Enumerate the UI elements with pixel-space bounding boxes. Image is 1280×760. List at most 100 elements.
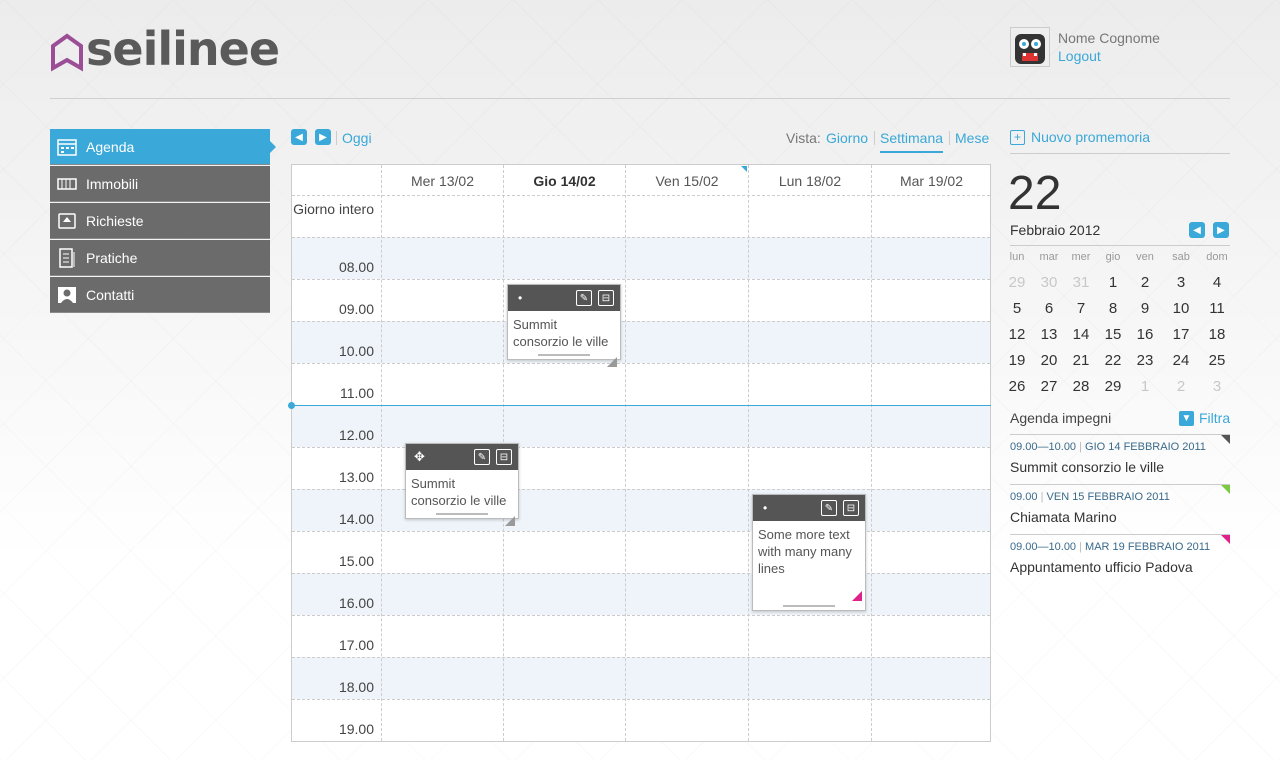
- delete-icon[interactable]: ⊟: [496, 449, 512, 465]
- calendar-day[interactable]: 8: [1098, 300, 1128, 317]
- edit-icon[interactable]: ✎: [821, 500, 837, 516]
- prev-month-button[interactable]: ◀: [1189, 222, 1205, 238]
- agenda-item[interactable]: 09.00 | VEN 15 FEBBRAIO 2011 Chiamata Ma…: [1010, 484, 1230, 525]
- day-header[interactable]: Ven 15/02: [626, 173, 748, 189]
- user-name: Nome Cognome: [1058, 30, 1160, 46]
- day-header[interactable]: Mar 19/02: [872, 173, 991, 189]
- agenda-item[interactable]: 09.00—10.00 | MAR 19 FEBBRAIO 2011 Appun…: [1010, 534, 1230, 575]
- new-reminder-button[interactable]: + Nuovo promemoria: [1010, 129, 1150, 145]
- calendar-day[interactable]: 3: [1166, 274, 1196, 291]
- time-label: 19.00: [338, 721, 374, 737]
- calendar-day[interactable]: 27: [1034, 378, 1064, 395]
- arrow-left-icon: ◀: [295, 131, 303, 143]
- hour-row-10[interactable]: [292, 321, 990, 363]
- next-month-button[interactable]: ▶: [1213, 222, 1229, 238]
- calendar-day[interactable]: 20: [1034, 352, 1064, 369]
- calendar-day[interactable]: 17: [1166, 326, 1196, 343]
- all-day-row[interactable]: [292, 195, 990, 237]
- event-body[interactable]: Summit consorzio le ville: [406, 470, 518, 526]
- calendar-day[interactable]: 23: [1130, 352, 1160, 369]
- hour-row-09[interactable]: [292, 279, 990, 321]
- event-toolbar[interactable]: • ✎ ⊟: [508, 285, 620, 311]
- move-cursor-icon[interactable]: ✥: [414, 449, 425, 465]
- view-settimana[interactable]: Settimana: [880, 130, 944, 153]
- day-header[interactable]: Mer 13/02: [382, 173, 503, 189]
- hour-row-12[interactable]: [292, 405, 990, 447]
- agenda-item[interactable]: 09.00—10.00 | GIO 14 FEBBRAIO 2011 Summi…: [1010, 434, 1230, 475]
- calendar-day[interactable]: 12: [1002, 326, 1032, 343]
- calendar-day[interactable]: 18: [1202, 326, 1232, 343]
- calendar-day[interactable]: 7: [1066, 300, 1096, 317]
- calendar-day[interactable]: 3: [1202, 378, 1232, 395]
- avatar[interactable]: [1010, 27, 1050, 67]
- sidebar-item-agenda[interactable]: Agenda: [50, 129, 276, 165]
- calendar-day[interactable]: 1: [1098, 274, 1128, 291]
- event-body[interactable]: Summit consorzio le ville: [508, 311, 620, 367]
- resize-handle-icon[interactable]: [505, 516, 515, 526]
- event-body[interactable]: Some more text with many many lines: [753, 521, 865, 601]
- calendar-day[interactable]: 4: [1202, 274, 1232, 291]
- hour-row-11[interactable]: [292, 363, 990, 405]
- calendar-day[interactable]: 11: [1202, 300, 1232, 317]
- day-header[interactable]: Lun 18/02: [749, 173, 871, 189]
- event-toolbar[interactable]: • ✎ ⊟: [753, 495, 865, 521]
- hour-row-18[interactable]: [292, 657, 990, 699]
- calendar-day[interactable]: 9: [1130, 300, 1160, 317]
- calendar-day[interactable]: 6: [1034, 300, 1064, 317]
- hour-row-08[interactable]: [292, 237, 990, 279]
- calendar-day[interactable]: 25: [1202, 352, 1232, 369]
- delete-icon[interactable]: ⊟: [843, 500, 859, 516]
- calendar-day[interactable]: 2: [1130, 274, 1160, 291]
- calendar-day[interactable]: 30: [1034, 274, 1064, 291]
- calendar-day[interactable]: 29: [1098, 378, 1128, 395]
- calendar-day[interactable]: 2: [1166, 378, 1196, 395]
- view-giorno[interactable]: Giorno: [826, 130, 868, 146]
- resize-handle-icon[interactable]: [607, 357, 617, 367]
- event-grip[interactable]: [538, 354, 590, 356]
- prev-week-button[interactable]: ◀: [291, 129, 307, 145]
- event-card[interactable]: • ✎ ⊟ Some more text with many many line…: [752, 494, 866, 611]
- event-card-dragging[interactable]: ✥ ✎ ⊟ Summit consorzio le ville: [405, 443, 519, 526]
- calendar-day[interactable]: 1: [1130, 378, 1160, 395]
- calendar-day[interactable]: 22: [1098, 352, 1128, 369]
- view-mese[interactable]: Mese: [955, 130, 989, 146]
- hour-row-13[interactable]: [292, 447, 990, 489]
- next-week-button[interactable]: ▶: [315, 129, 331, 145]
- edit-icon[interactable]: ✎: [474, 449, 490, 465]
- calendar-day[interactable]: 26: [1002, 378, 1032, 395]
- sidebar-item-richieste[interactable]: Richieste: [50, 203, 270, 239]
- calendar-day[interactable]: 13: [1034, 326, 1064, 343]
- calendar-day[interactable]: 15: [1098, 326, 1128, 343]
- calendar-day[interactable]: 21: [1066, 352, 1096, 369]
- calendar-day[interactable]: 24: [1166, 352, 1196, 369]
- today-link[interactable]: Oggi: [342, 130, 372, 146]
- delete-icon[interactable]: ⊟: [598, 290, 614, 306]
- hour-row-15[interactable]: [292, 531, 990, 573]
- calendar-day[interactable]: 29: [1002, 274, 1032, 291]
- filter-button[interactable]: ▼ Filtra: [1179, 410, 1230, 426]
- selected-day-number: 22: [1008, 167, 1062, 220]
- day-header-today[interactable]: Gio 14/02: [504, 173, 625, 189]
- event-toolbar[interactable]: ✥ ✎ ⊟: [406, 444, 518, 470]
- week-grid[interactable]: Mer 13/02 Gio 14/02 Ven 15/02 Lun 18/02 …: [291, 164, 991, 742]
- calendar-day[interactable]: 31: [1066, 274, 1096, 291]
- sidebar-item-pratiche[interactable]: Pratiche: [50, 240, 270, 276]
- calendar-day[interactable]: 28: [1066, 378, 1096, 395]
- edit-icon[interactable]: ✎: [576, 290, 592, 306]
- event-card[interactable]: • ✎ ⊟ Summit consorzio le ville: [507, 284, 621, 367]
- calendar-day[interactable]: 10: [1166, 300, 1196, 317]
- calendar-day[interactable]: 16: [1130, 326, 1160, 343]
- hour-row-17[interactable]: [292, 615, 990, 657]
- event-grip[interactable]: [436, 513, 488, 515]
- sidebar-item-immobili[interactable]: Immobili: [50, 166, 270, 202]
- hour-row-19[interactable]: [292, 699, 990, 741]
- calendar-day[interactable]: 19: [1002, 352, 1032, 369]
- resize-handle-icon[interactable]: [852, 591, 862, 601]
- calendar-day[interactable]: 14: [1066, 326, 1096, 343]
- hour-row-16[interactable]: [292, 573, 990, 615]
- calendar-day[interactable]: 5: [1002, 300, 1032, 317]
- sidebar-item-contatti[interactable]: Contatti: [50, 277, 270, 313]
- event-grip[interactable]: [783, 605, 835, 607]
- logout-link[interactable]: Logout: [1058, 48, 1101, 64]
- hour-row-14[interactable]: [292, 489, 990, 531]
